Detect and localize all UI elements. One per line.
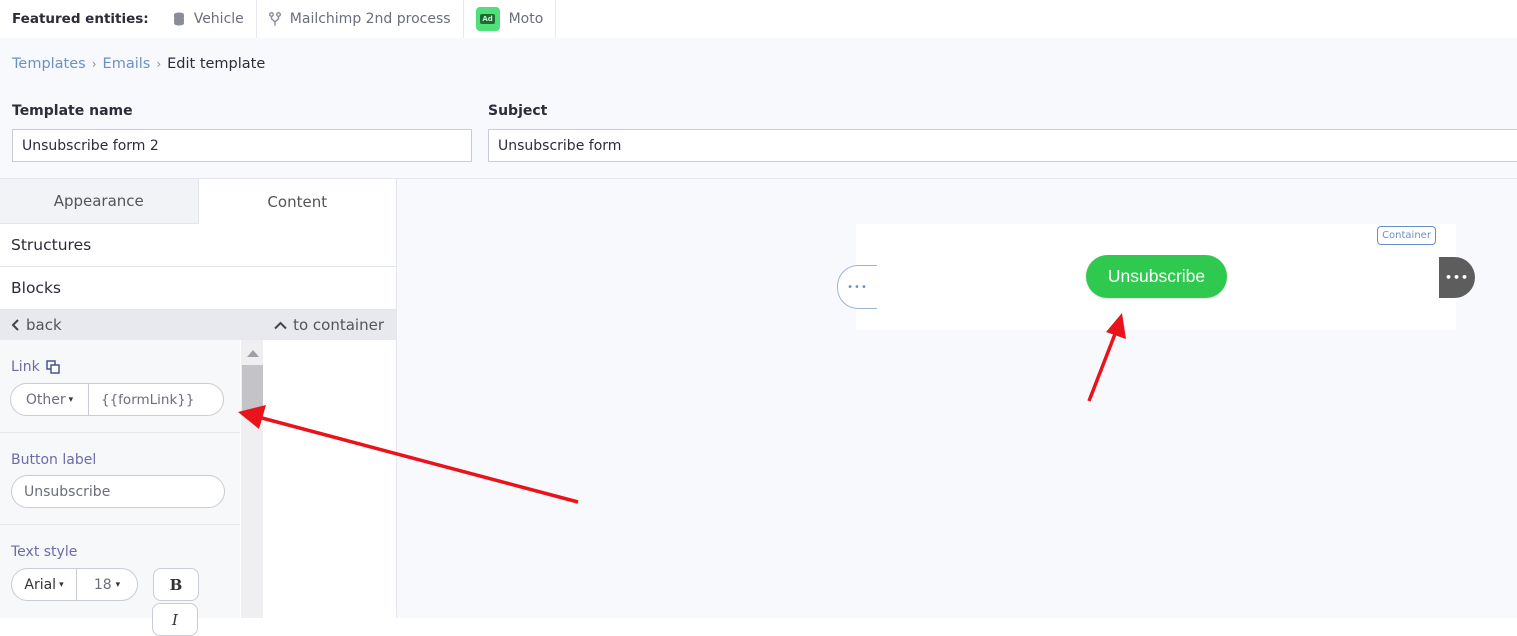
editor-tabs: Appearance Content [0, 179, 396, 224]
breadcrumb-separator: › [156, 57, 162, 71]
back-bar: back to container [0, 310, 396, 340]
template-name-input[interactable] [12, 129, 472, 162]
more-dots-icon: ••• [847, 281, 868, 293]
link-field-group: Other ▾ [10, 383, 224, 416]
breadcrumb-templates[interactable]: Templates [12, 56, 86, 72]
tab-content[interactable]: Content [198, 179, 396, 224]
editor-panel: Appearance Content Structures Blocks bac… [0, 179, 397, 636]
featured-entities-bar: Featured entities: Vehicle Mailchimp 2nd… [0, 0, 1517, 38]
breadcrumb-current: Edit template [167, 56, 266, 72]
section-structures[interactable]: Structures [0, 224, 396, 267]
chevron-left-icon [11, 319, 19, 331]
link-label-row: Link [11, 359, 60, 375]
italic-button[interactable]: I [152, 603, 198, 636]
block-handle-right[interactable]: ••• [1439, 257, 1475, 298]
back-label: back [26, 316, 62, 334]
featured-item-moto[interactable]: Ad Moto [464, 0, 557, 38]
unsubscribe-button[interactable]: Unsubscribe [1086, 255, 1227, 298]
featured-item-label: Vehicle [193, 11, 244, 27]
template-header: Templates › Emails › Edit template Templ… [0, 38, 1517, 179]
block-handle-left[interactable]: ••• [837, 265, 877, 309]
link-type-value: Other [25, 391, 66, 408]
featured-item-label: Moto [508, 11, 544, 27]
chevron-up-icon [274, 321, 287, 329]
properties-scrollbar[interactable] [241, 340, 263, 618]
featured-item-vehicle[interactable]: Vehicle [161, 0, 257, 38]
bold-button[interactable]: B [153, 568, 199, 601]
block-properties: Link Other ▾ Button label Text style Ari… [0, 340, 240, 636]
text-style-label: Text style [11, 544, 78, 560]
subject-input[interactable] [488, 129, 1517, 162]
email-canvas: ••• Container Unsubscribe ••• [397, 179, 1517, 618]
to-container-label: to container [293, 316, 384, 334]
template-name-label: Template name [12, 103, 133, 119]
caret-down-icon: ▾ [115, 579, 121, 590]
database-icon [173, 12, 185, 26]
featured-item-label: Mailchimp 2nd process [289, 11, 451, 27]
ad-icon: Ad [475, 7, 500, 31]
caret-down-icon: ▾ [68, 394, 74, 405]
to-container-button[interactable]: to container [274, 316, 384, 334]
container-tag[interactable]: Container [1377, 226, 1436, 245]
font-size-value: 18 [93, 576, 112, 593]
caret-down-icon: ▾ [59, 579, 64, 590]
button-label-input[interactable] [11, 475, 225, 508]
font-family-select[interactable]: Arial ▾ [12, 569, 77, 600]
scroll-up-icon[interactable] [247, 350, 259, 357]
more-dots-icon: ••• [1444, 271, 1470, 284]
breadcrumb: Templates › Emails › Edit template [12, 56, 265, 72]
font-family-value: Arial [24, 576, 57, 593]
divider [0, 432, 240, 433]
font-size-select[interactable]: 18 ▾ [77, 577, 137, 593]
link-type-select[interactable]: Other ▾ [11, 384, 89, 415]
divider [0, 524, 240, 525]
link-url-input[interactable] [101, 391, 219, 408]
button-label-label: Button label [11, 452, 97, 468]
featured-item-mailchimp[interactable]: Mailchimp 2nd process [257, 0, 464, 38]
link-label: Link [11, 359, 40, 375]
process-fork-icon [268, 11, 281, 27]
tab-appearance[interactable]: Appearance [0, 179, 199, 224]
breadcrumb-emails[interactable]: Emails [103, 56, 151, 72]
back-button[interactable]: back [11, 316, 62, 334]
copy-icon[interactable] [45, 360, 60, 374]
breadcrumb-separator: › [91, 57, 97, 71]
section-blocks[interactable]: Blocks [0, 267, 396, 310]
text-style-group: Arial ▾ 18 ▾ [11, 568, 138, 601]
subject-label: Subject [488, 103, 548, 119]
scroll-thumb[interactable] [242, 365, 263, 415]
featured-entities-label: Featured entities: [12, 11, 149, 27]
